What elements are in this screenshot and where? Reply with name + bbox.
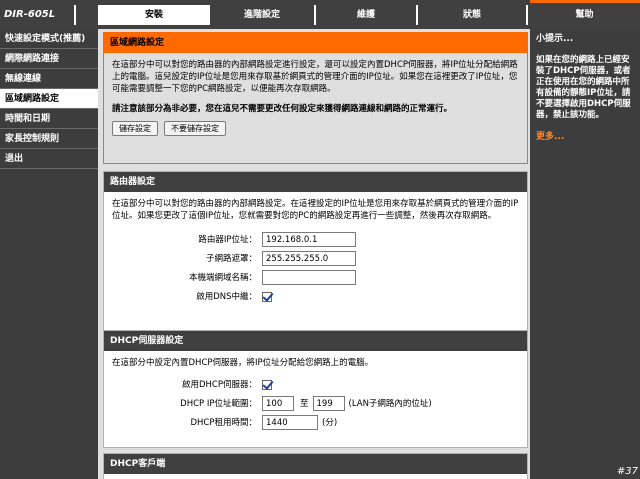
dhcp-server-description: 在這部分中設定內置DHCP伺服器，將IP位址分配給您網路上的電腦。 xyxy=(112,358,374,368)
enable-dhcp-label: 啟用DHCP伺服器： xyxy=(182,379,257,390)
dhcp-client-title: DHCP客戶端 xyxy=(104,454,527,474)
dhcp-lease-unit: (分) xyxy=(322,417,338,428)
dhcp-range-note: (LAN子網路內的位址) xyxy=(348,398,432,409)
tab-status[interactable]: 狀態 xyxy=(416,5,526,25)
main-tabs: 安裝 進階設定 維護 狀態 幫助 xyxy=(98,5,640,25)
subnet-mask-label: 子網路遮罩： xyxy=(205,253,257,264)
sidebar: 快速設定模式(推薦) 網際網路連接 無線連線 區域網路設定 時間和日期 家長控制… xyxy=(0,29,98,479)
sidebar-item-time[interactable]: 時間和日期 xyxy=(0,109,98,129)
dhcp-client-panel: DHCP客戶端 xyxy=(103,453,528,479)
model-name: DIR-605L xyxy=(0,5,76,25)
help-title: 小提示... xyxy=(536,34,574,44)
sidebar-item-internet[interactable]: 網際網路連接 xyxy=(0,49,98,69)
save-button[interactable]: 儲存設定 xyxy=(112,121,158,136)
dns-relay-label: 啟用DNS中繼： xyxy=(196,291,257,302)
dhcp-range-start-input[interactable] xyxy=(262,396,294,411)
sidebar-item-logout[interactable]: 退出 xyxy=(0,149,98,169)
main-content: 區域網路設定 在這部分中可以對您的路由器的內部網路設定進行設定，還可以設定內置D… xyxy=(98,29,530,479)
subnet-mask-input[interactable] xyxy=(262,251,356,266)
router-settings-title: 路由器設定 xyxy=(104,172,527,192)
router-ip-input[interactable] xyxy=(262,232,356,247)
top-navigation-bar: DIR-605L 安裝 進階設定 維護 狀態 幫助 xyxy=(0,0,640,29)
router-settings-description: 在這部分中可以對您的路由器的內部網路設定。在這裡設定的IP位址是您用來存取基於網… xyxy=(112,199,519,221)
sidebar-item-wireless[interactable]: 無線連線 xyxy=(0,69,98,89)
intro-text: 在這部分中可以對您的路由器的內部網路設定進行設定，還可以設定內置DHCP伺服器，… xyxy=(112,60,518,94)
router-ip-label: 路由器IP位址： xyxy=(198,234,257,245)
dhcp-lease-label: DHCP租用時間： xyxy=(190,417,258,428)
accent-line xyxy=(530,0,640,3)
page-title: 區域網路設定 xyxy=(104,33,527,53)
intro-panel: 區域網路設定 在這部分中可以對您的路由器的內部網路設定進行設定，還可以設定內置D… xyxy=(103,32,528,164)
tab-advanced[interactable]: 進階設定 xyxy=(208,5,314,25)
watermark: #37 xyxy=(616,466,638,477)
tab-help[interactable]: 幫助 xyxy=(526,5,640,25)
help-panel: 小提示... 如果在您的網路上已經安裝了DHCP伺服器，或者正在使用在您的網路中… xyxy=(530,29,640,479)
enable-dhcp-checkbox[interactable] xyxy=(262,379,272,390)
tab-maintenance[interactable]: 維護 xyxy=(314,5,416,25)
domain-name-label: 本機端網域名稱： xyxy=(188,272,257,283)
dhcp-lease-input[interactable] xyxy=(262,415,318,430)
router-settings-panel: 路由器設定 在這部分中可以對您的路由器的內部網路設定。在這裡設定的IP位址是您用… xyxy=(103,171,528,335)
intro-warning: 請注意該部分為非必要，您在這兒不需要更改任何設定來獲得網路連線和網路的正常運行。 xyxy=(112,104,453,114)
sidebar-item-parental[interactable]: 家長控制規則 xyxy=(0,129,98,149)
dhcp-server-panel: DHCP伺服器設定 在這部分中設定內置DHCP伺服器，將IP位址分配給您網路上的… xyxy=(103,330,528,448)
dont-save-button[interactable]: 不要儲存設定 xyxy=(164,121,226,136)
dhcp-range-end-input[interactable] xyxy=(312,396,345,411)
dhcp-range-to: 至 xyxy=(300,398,309,409)
dhcp-range-label: DHCP IP位址範圍： xyxy=(180,398,257,409)
sidebar-item-wizard[interactable]: 快速設定模式(推薦) xyxy=(0,29,98,49)
tab-setup[interactable]: 安裝 xyxy=(98,5,208,25)
dhcp-server-title: DHCP伺服器設定 xyxy=(104,331,527,351)
help-more-link[interactable]: 更多... xyxy=(536,129,634,142)
help-text: 如果在您的網路上已經安裝了DHCP伺服器，或者正在使用在您的網路中所有設備的靜態… xyxy=(536,55,631,120)
sidebar-item-lan[interactable]: 區域網路設定 xyxy=(0,89,98,109)
domain-name-input[interactable] xyxy=(262,270,356,285)
dns-relay-checkbox[interactable] xyxy=(262,291,272,302)
